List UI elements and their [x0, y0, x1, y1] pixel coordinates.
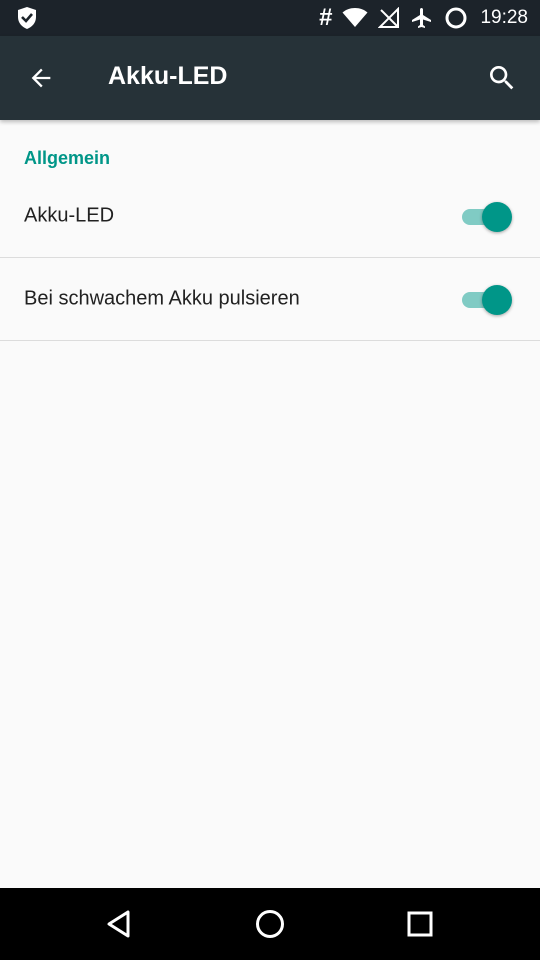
pulse-low-battery-switch[interactable]: [460, 282, 512, 316]
page-title: Akku-LED: [108, 62, 228, 90]
status-time: 19:28: [480, 7, 528, 28]
airplane-icon: [412, 8, 432, 28]
recents-square-icon[interactable]: [404, 908, 436, 940]
switch-thumb: [482, 202, 512, 232]
shield-icon: [18, 7, 36, 29]
nav-bar: [0, 888, 540, 960]
back-triangle-icon[interactable]: [104, 908, 136, 940]
arrow-back-icon[interactable]: [26, 64, 56, 92]
home-circle-icon[interactable]: [254, 908, 286, 940]
switch-thumb: [482, 285, 512, 315]
pref-row-akku-led[interactable]: Akku-LED: [0, 175, 540, 258]
no-signal-icon: [378, 7, 400, 28]
sync-icon: [445, 7, 467, 29]
hash-icon: #: [319, 4, 333, 31]
status-icons: # 19:28: [319, 0, 528, 36]
pref-row-pulse-low-battery[interactable]: Bei schwachem Akku pulsieren: [0, 258, 540, 341]
pref-label: Bei schwachem Akku pulsieren: [24, 287, 300, 310]
section-header: Allgemein: [24, 148, 111, 168]
akku-led-switch[interactable]: [460, 199, 512, 233]
search-icon[interactable]: [486, 62, 518, 94]
app-bar: Akku-LED: [0, 36, 540, 120]
pref-label: Akku-LED: [24, 204, 115, 227]
wifi-icon: [342, 8, 368, 27]
status-bar: # 19:28: [0, 0, 540, 36]
